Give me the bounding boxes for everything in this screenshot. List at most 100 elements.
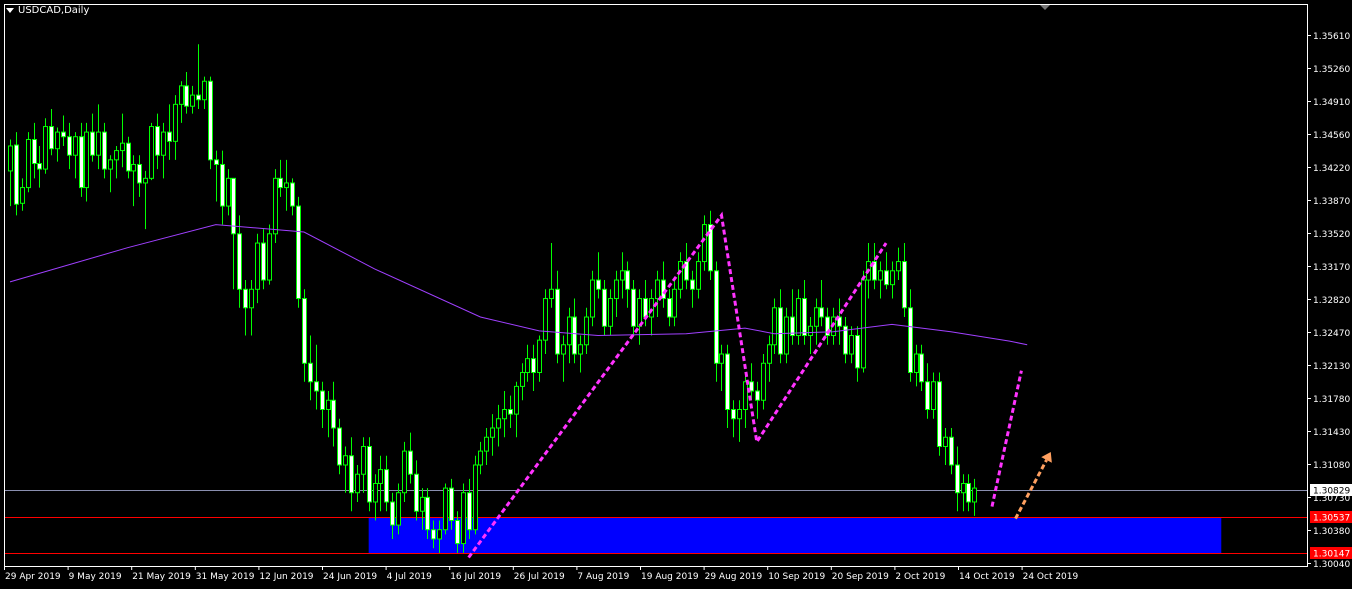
y-tick-label: 1.34910 <box>1313 98 1350 108</box>
x-tick-label: 24 Oct 2019 <box>1023 572 1079 582</box>
candle-body-bear <box>367 445 372 503</box>
scroll-marker-icon <box>1040 5 1050 10</box>
candle-body-bear <box>278 177 283 189</box>
candle-body-bull <box>608 298 613 327</box>
candle-body-bear <box>302 298 307 364</box>
candle-body-bull <box>461 492 466 545</box>
price-label-text: 1.30829 <box>1313 487 1350 497</box>
candle-body-bear <box>731 409 736 420</box>
candle-body-bear <box>467 492 472 531</box>
zigzag-layer <box>467 211 1052 559</box>
candle-body-bear <box>643 298 648 318</box>
candle-body-bull <box>361 445 366 475</box>
candle-body-bear <box>237 233 242 290</box>
candle-body-bear <box>384 469 389 503</box>
y-tick-label: 1.33520 <box>1313 230 1350 240</box>
candle-body-bull <box>655 279 660 300</box>
candle-body-bull <box>849 335 854 355</box>
candle-body-bear <box>708 224 713 272</box>
candle-body-bull <box>672 288 677 318</box>
candle-body-bear <box>320 390 325 411</box>
candle-body-bear <box>431 529 436 540</box>
candle-body-bull <box>719 353 724 364</box>
y-tick-label: 1.34560 <box>1313 131 1350 141</box>
candle-body-bull <box>8 145 13 172</box>
zigzag-pattern-line <box>467 211 888 559</box>
candle-body-bull <box>255 242 260 290</box>
candle-body-bull <box>549 288 554 300</box>
candle-body-bear <box>290 182 295 207</box>
candle-body-bear <box>49 126 54 150</box>
candle-body-bull <box>190 94 195 107</box>
candle-body-bull <box>490 427 495 438</box>
candle-body-bull <box>972 487 977 503</box>
candle-body-bear <box>14 144 19 205</box>
price-chart[interactable]: 1.35610 1.35260 1.34910 1.34560 1.34220 1.338… <box>0 0 1352 589</box>
candle-body-bear <box>349 455 354 494</box>
candle-body-bull <box>796 298 801 337</box>
x-tick-label: 26 Jul 2019 <box>514 572 565 582</box>
candle-body-bull <box>267 233 272 281</box>
candle-body-bull <box>943 436 948 447</box>
candle-body-bull <box>896 261 901 272</box>
candle-body-bull <box>737 409 742 420</box>
candle-body-bull <box>108 159 113 170</box>
candle-body-bull <box>173 103 178 142</box>
x-tick-label: 21 May 2019 <box>132 572 191 582</box>
candle-body-bull <box>143 177 148 184</box>
candle-body-bear <box>902 261 907 309</box>
candle-body-bull <box>161 131 166 156</box>
candle-body-bull <box>590 279 595 318</box>
candle-body-bull <box>437 529 442 540</box>
candle-body-bull <box>202 80 207 101</box>
candles-layer <box>8 44 977 553</box>
candle-body-bear <box>408 450 413 475</box>
candle-body-bear <box>884 270 889 286</box>
candle-body-bear <box>631 288 636 327</box>
candle-body-bear <box>949 436 954 466</box>
candle-body-bull <box>26 138 31 189</box>
candle-body-bull <box>578 344 583 355</box>
candle-body-bear <box>455 519 460 545</box>
candle-body-bear <box>625 270 630 290</box>
candle-body-bear <box>220 163 225 207</box>
candle-body-bear <box>155 126 160 156</box>
candle-body-bear <box>819 307 824 318</box>
candle-body-bear <box>67 136 72 156</box>
candle-body-bull <box>772 307 777 346</box>
candle-body-bull <box>249 288 254 309</box>
y-tick-label: 1.33870 <box>1313 197 1350 207</box>
candle-body-bear <box>314 381 319 392</box>
candle-body-bull <box>525 358 530 374</box>
candle-body-bull <box>478 450 483 466</box>
candle-body-bear <box>61 131 66 138</box>
candle-body-bull <box>149 126 154 179</box>
x-tick-label: 20 Sep 2019 <box>832 572 889 582</box>
candle-body-bull <box>284 182 289 189</box>
candle-body-bear <box>184 85 189 107</box>
candle-body-bear <box>572 316 577 355</box>
candle-body-bull <box>43 126 48 170</box>
candle-body-bull <box>226 177 231 207</box>
candle-body-bull <box>931 381 936 411</box>
candle-body-bull <box>678 261 683 290</box>
candle-body-bull <box>584 316 589 346</box>
candle-body-bear <box>414 473 419 512</box>
candle-body-bull <box>537 339 542 374</box>
candle-body-bear <box>137 163 142 184</box>
candle-body-bear <box>802 298 807 337</box>
y-tick-label: 1.32130 <box>1313 362 1350 372</box>
candle-body-bull <box>496 418 501 429</box>
candle-body-bear <box>90 131 95 156</box>
candle-body-bear <box>937 381 942 447</box>
y-tick-label: 1.33170 <box>1313 263 1350 273</box>
candle-body-bull <box>73 136 78 156</box>
x-tick-label: 10 Sep 2019 <box>768 572 825 582</box>
x-tick-label: 29 Aug 2019 <box>705 572 763 582</box>
candle-body-bull <box>808 325 813 337</box>
support-zone-rect <box>368 517 1222 554</box>
y-tick-label: 1.30380 <box>1313 527 1350 537</box>
candle-body-bull <box>131 163 136 172</box>
y-tick-label: 1.32470 <box>1313 329 1350 339</box>
support-zone-layer <box>368 517 1222 554</box>
